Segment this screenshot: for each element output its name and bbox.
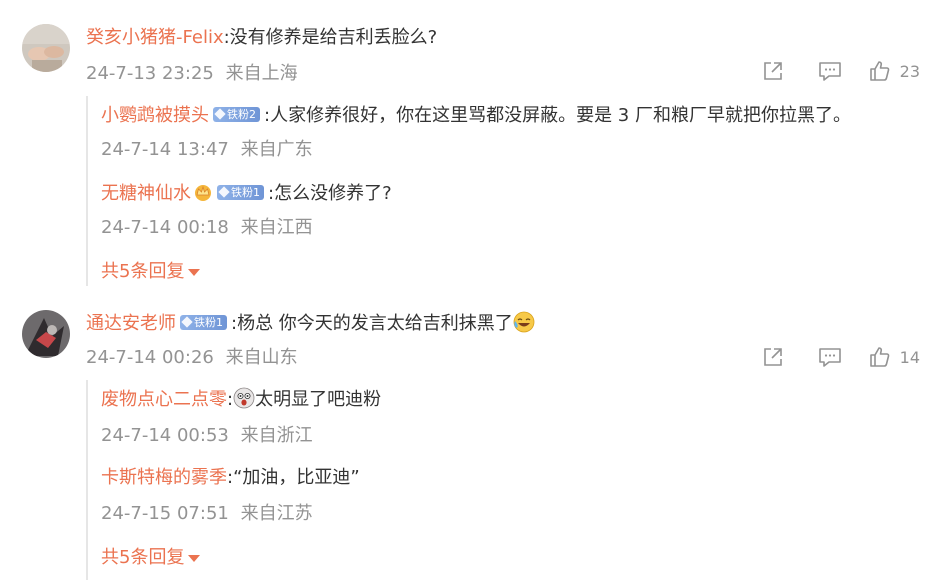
- badge-label: 铁粉2: [227, 107, 256, 121]
- badge-label: 铁粉1: [194, 315, 223, 329]
- reply-time: 24-7-14 13:47: [101, 139, 229, 160]
- comment-icon: [818, 348, 841, 367]
- reply-username[interactable]: 卡斯特梅的雾季: [101, 467, 227, 488]
- reply-location: 来自广东: [240, 139, 313, 160]
- more-replies-link[interactable]: 共5条回复: [101, 546, 201, 570]
- caret-down-icon: [188, 269, 201, 276]
- reply-time: 24-7-14 00:18: [101, 217, 229, 238]
- reply-text: :怎么没修养了?: [268, 183, 392, 204]
- comment-actions: 14: [762, 346, 920, 368]
- reply-meta: 24-7-14 13:47 来自广东: [101, 138, 313, 162]
- crown-icon: [195, 185, 211, 201]
- reply-body: 卡斯特梅的雾季:“加油，比亚迪”: [101, 466, 360, 490]
- reply-meta: 24-7-14 00:18 来自江西: [101, 216, 313, 240]
- fan-badge[interactable]: 铁粉2: [213, 106, 260, 122]
- comment-body: 通达安老师 铁粉1 :杨总 你今天的发言太给吉利抹黑了: [86, 311, 535, 336]
- share-icon: [763, 62, 782, 80]
- comment-location: 来自上海: [225, 63, 298, 84]
- comment-meta: 24-7-14 00:26 来自山东: [86, 346, 298, 370]
- reply-body: 无糖神仙水 铁粉1 :怎么没修养了?: [101, 182, 392, 206]
- badge-gem-icon: [214, 108, 226, 120]
- reply-location: 来自江苏: [240, 503, 313, 524]
- comment-meta: 24-7-13 23:25 来自上海: [86, 62, 298, 86]
- reply-time: 24-7-15 07:51: [101, 503, 229, 524]
- avatar[interactable]: [22, 24, 70, 72]
- like-count: 23: [899, 61, 920, 81]
- reply-list: 小鹦鹉被摸头 铁粉2 :人家修养很好，你在这里骂都没屏蔽。要是 3 厂和粮厂早就把你…: [86, 96, 920, 286]
- like-button[interactable]: 23: [868, 60, 920, 82]
- avatar-image: [22, 310, 70, 358]
- comment-time: 24-7-14 00:26: [86, 347, 214, 368]
- shocked-face-emoji-icon: [233, 387, 255, 409]
- avatar[interactable]: [22, 310, 70, 358]
- comment-location: 来自山东: [225, 347, 298, 368]
- more-replies-label: 共5条回复: [101, 547, 185, 568]
- share-button[interactable]: [762, 346, 784, 368]
- thumbs-up-icon: [869, 347, 890, 367]
- more-replies-label: 共5条回复: [101, 261, 185, 282]
- comment-button[interactable]: [818, 60, 842, 82]
- comment-actions: 23: [762, 60, 920, 82]
- comment-text: :没有修养是给吉利丢脸么?: [223, 27, 438, 48]
- comment-username[interactable]: 通达安老师: [86, 313, 176, 334]
- comment-username[interactable]: 癸亥小猪猪-Felix: [86, 27, 224, 48]
- badge-label: 铁粉1: [231, 185, 260, 199]
- reply-list: 废物点心二点零: 太明显了吧迪粉 24-7-14 00:53 来自浙江 卡斯特梅的…: [86, 380, 920, 580]
- avatar-image: [22, 24, 70, 72]
- comment-time: 24-7-13 23:25: [86, 63, 214, 84]
- share-icon: [763, 348, 782, 366]
- reply-username[interactable]: 废物点心二点零: [101, 389, 227, 410]
- caret-down-icon: [188, 555, 201, 562]
- reply-meta: 24-7-15 07:51 来自江苏: [101, 502, 313, 526]
- comment-icon: [818, 62, 841, 81]
- share-button[interactable]: [762, 60, 784, 82]
- badge-gem-icon: [181, 316, 193, 328]
- more-replies-link[interactable]: 共5条回复: [101, 260, 201, 284]
- comment-text: :杨总 你今天的发言太给吉利抹黑了: [231, 313, 513, 334]
- reply-text: :“加油，比亚迪”: [227, 467, 360, 488]
- reply-username[interactable]: 小鹦鹉被摸头: [101, 105, 209, 126]
- comment-body: 癸亥小猪猪-Felix:没有修养是给吉利丢脸么?: [86, 26, 437, 50]
- fan-badge[interactable]: 铁粉1: [217, 184, 264, 200]
- reply-username[interactable]: 无糖神仙水: [101, 183, 191, 204]
- reply-time: 24-7-14 00:53: [101, 425, 229, 446]
- reply-location: 来自江西: [240, 217, 313, 238]
- reply-text: 太明显了吧迪粉: [255, 389, 382, 410]
- like-button[interactable]: 14: [868, 346, 920, 368]
- reply-meta: 24-7-14 00:53 来自浙江: [101, 424, 313, 448]
- fan-badge[interactable]: 铁粉1: [180, 314, 227, 330]
- thumbs-up-icon: [869, 61, 890, 81]
- badge-gem-icon: [218, 186, 230, 198]
- reply-text: :人家修养很好，你在这里骂都没屏蔽。要是 3 厂和粮厂早就把你拉黑了。: [264, 105, 851, 126]
- comment-button[interactable]: [818, 346, 842, 368]
- laugh-cry-emoji-icon: [513, 311, 535, 333]
- reply-body: 小鹦鹉被摸头 铁粉2 :人家修养很好，你在这里骂都没屏蔽。要是 3 厂和粮厂早就把你…: [101, 104, 851, 128]
- like-count: 14: [899, 347, 920, 367]
- reply-location: 来自浙江: [240, 425, 313, 446]
- reply-body: 废物点心二点零: 太明显了吧迪粉: [101, 387, 382, 410]
